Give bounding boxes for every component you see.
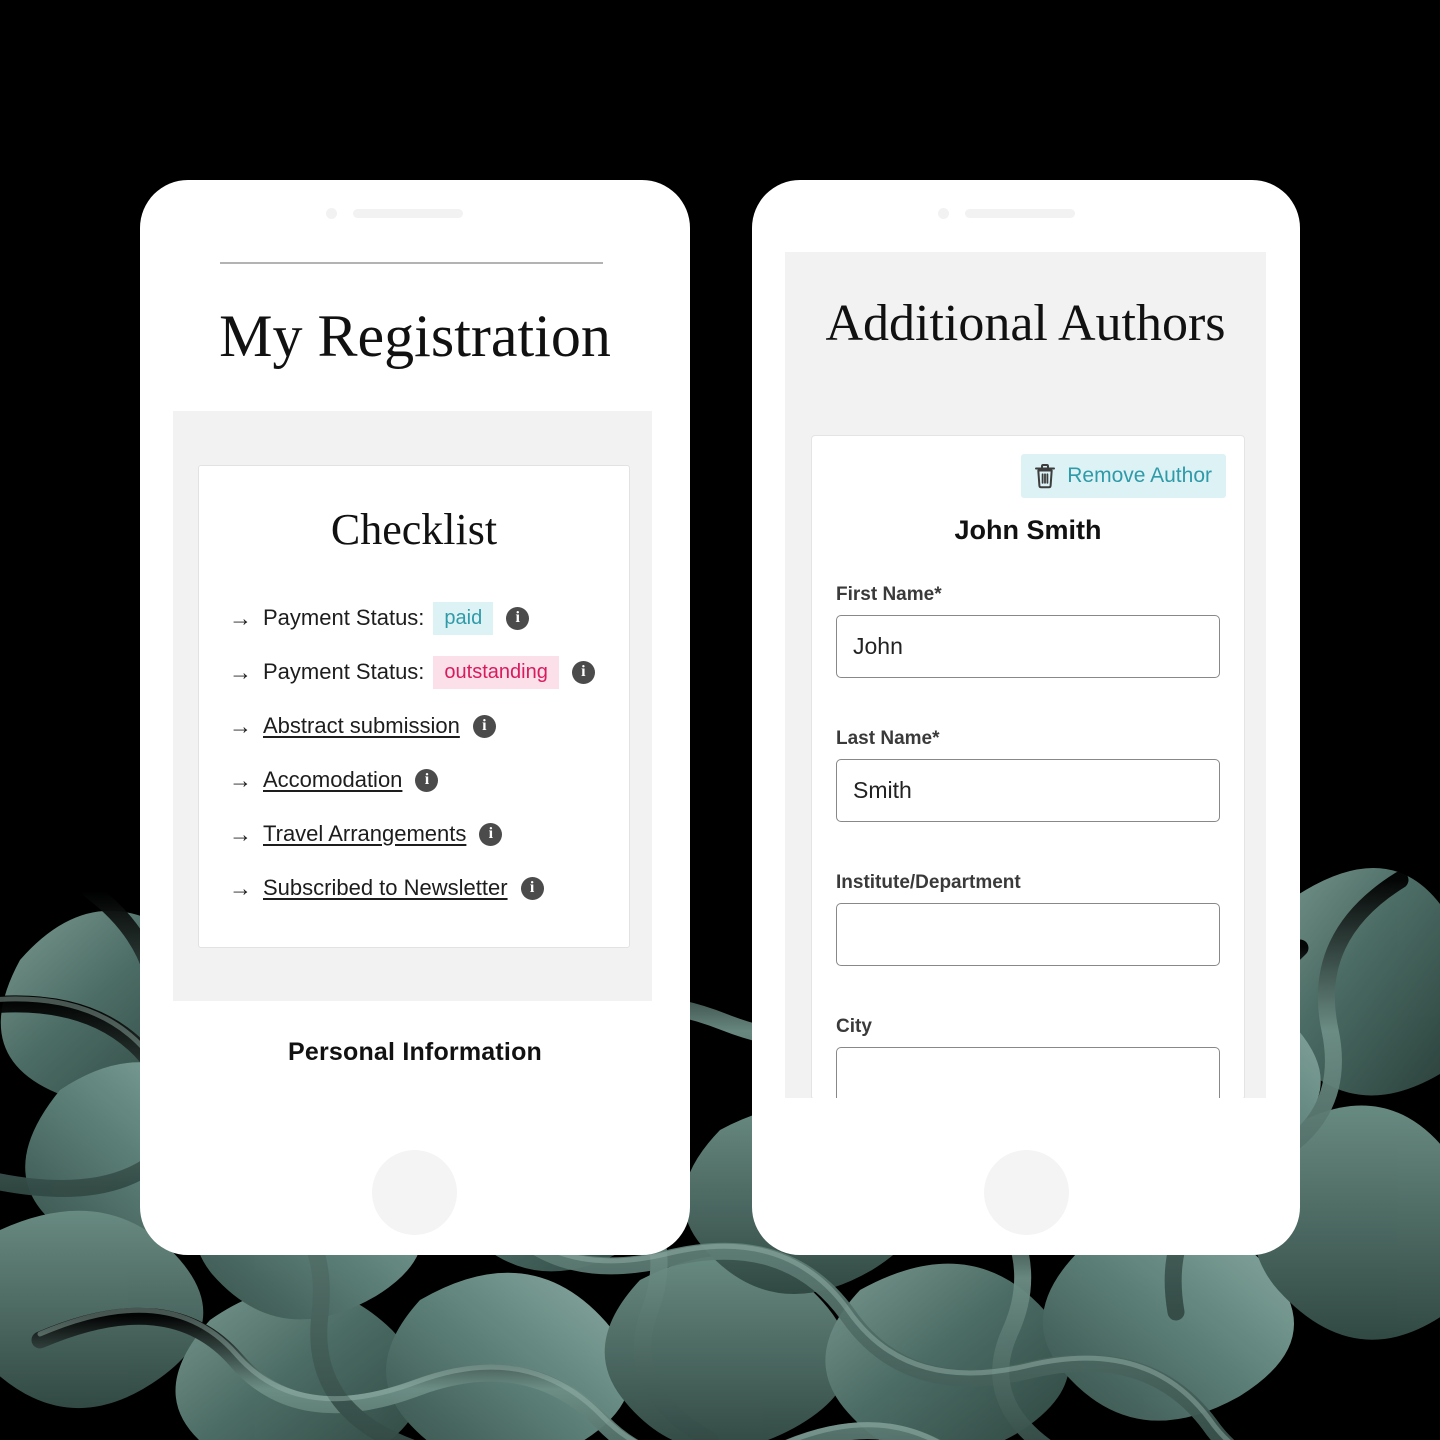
checklist-items: → Payment Status: paid i → Payment Statu… xyxy=(199,591,629,915)
field-city: City xyxy=(836,1016,1220,1098)
checklist-panel: Checklist → Payment Status: paid i → Pay… xyxy=(173,411,652,1001)
arrow-right-icon: → xyxy=(229,874,252,901)
screenshot-canvas: My Registration g Checklist → Payment St… xyxy=(0,0,1440,1440)
author-name-heading: John Smith xyxy=(954,515,1102,545)
checklist-item-link[interactable]: Travel Arrangements xyxy=(263,821,466,847)
speaker-slot-icon xyxy=(353,209,463,218)
info-icon[interactable]: i xyxy=(520,876,544,900)
institute-department-input[interactable] xyxy=(836,903,1220,966)
city-input[interactable] xyxy=(836,1047,1220,1098)
info-icon[interactable]: i xyxy=(415,768,439,792)
phone-mockup-left: My Registration g Checklist → Payment St… xyxy=(140,180,690,1255)
info-icon[interactable]: i xyxy=(472,714,496,738)
arrow-right-icon: → xyxy=(229,820,252,847)
field-label: First Name* xyxy=(836,584,942,605)
phone-notch-left xyxy=(326,208,463,219)
field-label: Last Name* xyxy=(836,728,940,749)
camera-dot-icon xyxy=(938,208,949,219)
checklist-item-accomodation[interactable]: → Accomodation i xyxy=(229,753,629,807)
checklist-item-label: Payment Status: xyxy=(263,605,425,630)
field-label: City xyxy=(836,1016,872,1037)
status-badge-outstanding: outstanding xyxy=(433,655,559,689)
home-button-left[interactable] xyxy=(372,1150,457,1235)
checklist-heading: Checklist xyxy=(330,505,498,554)
phone-notch-right xyxy=(938,208,1075,219)
checklist-item-travel-arrangements[interactable]: → Travel Arrangements i xyxy=(229,807,629,861)
page-title: My Registration xyxy=(219,303,611,369)
home-button-right[interactable] xyxy=(984,1150,1069,1235)
arrow-right-icon: → xyxy=(229,766,252,793)
phone-mockup-right: Additional Authors Remove Author John Sm… xyxy=(752,180,1300,1255)
page-title: Additional Authors xyxy=(825,295,1226,352)
arrow-right-icon: → xyxy=(229,712,252,739)
left-phone-screen: My Registration g Checklist → Payment St… xyxy=(140,240,690,1120)
info-icon[interactable]: i xyxy=(571,660,595,684)
speaker-slot-icon xyxy=(965,209,1075,218)
remove-author-label: Remove Author xyxy=(1067,464,1212,487)
camera-dot-icon xyxy=(326,208,337,219)
field-label: Institute/Department xyxy=(836,872,1021,893)
checklist-item-link[interactable]: Abstract submission xyxy=(263,713,460,739)
status-badge-paid: paid xyxy=(433,601,494,635)
last-name-input[interactable] xyxy=(836,759,1220,822)
arrow-right-icon: → xyxy=(229,604,252,631)
authors-panel: Additional Authors Remove Author John Sm… xyxy=(785,252,1266,1098)
field-last-name: Last Name* xyxy=(836,728,1220,822)
checklist-item-payment-outstanding[interactable]: → Payment Status: outstanding i xyxy=(229,645,629,699)
trash-icon xyxy=(1035,464,1056,489)
checklist-item-link[interactable]: Subscribed to Newsletter xyxy=(263,875,508,901)
arrow-right-icon: → xyxy=(229,658,252,685)
personal-information-heading: Personal Information xyxy=(287,1038,543,1066)
info-icon[interactable]: i xyxy=(479,822,503,846)
remove-author-button[interactable]: Remove Author xyxy=(1021,454,1226,498)
checklist-item-subscribed-newsletter[interactable]: → Subscribed to Newsletter i xyxy=(229,861,629,915)
header-divider xyxy=(220,262,603,264)
first-name-input[interactable] xyxy=(836,615,1220,678)
field-institute-department: Institute/Department xyxy=(836,872,1220,966)
checklist-card: Checklist → Payment Status: paid i → Pay… xyxy=(198,465,630,948)
checklist-item-label: Payment Status: xyxy=(263,659,425,684)
checklist-item-link[interactable]: Accomodation xyxy=(263,767,402,793)
checklist-item-abstract-submission[interactable]: → Abstract submission i xyxy=(229,699,629,753)
field-first-name: First Name* xyxy=(836,584,1220,678)
author-card: Remove Author John Smith First Name* Las… xyxy=(811,435,1245,1098)
checklist-item-payment-paid[interactable]: → Payment Status: paid i xyxy=(229,591,629,645)
info-icon[interactable]: i xyxy=(506,606,530,630)
right-phone-screen: Additional Authors Remove Author John Sm… xyxy=(752,240,1300,1098)
